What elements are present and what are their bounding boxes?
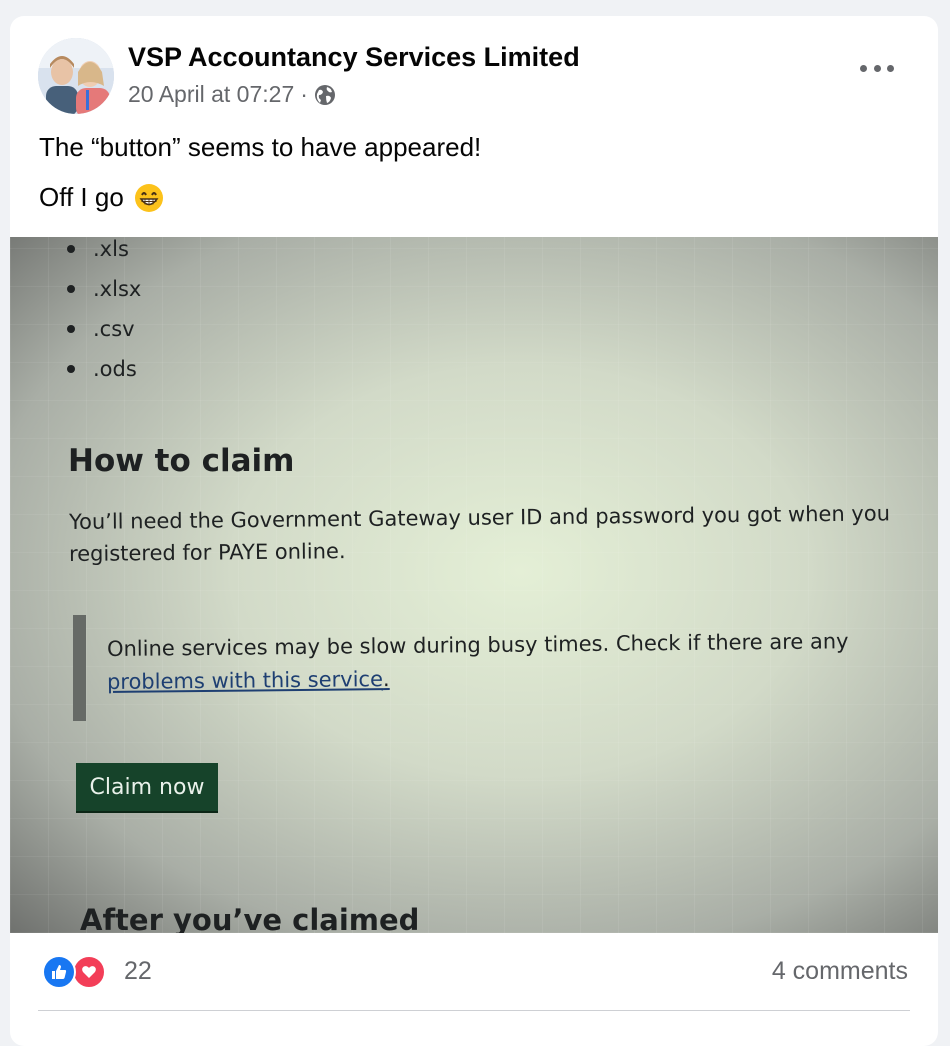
bullet — [67, 325, 75, 333]
post-card: VSP Accountancy Services Limited 20 Apri… — [10, 16, 938, 1046]
post-text-line-1: The “button” seems to have appeared! — [39, 132, 482, 162]
post-photo[interactable]: .xls .xlsx .csv .ods How to claim You’ll… — [10, 237, 938, 933]
photo-paragraph-line-2: registered for PAYE online. — [68, 539, 346, 566]
reaction-count[interactable]: 22 — [124, 957, 152, 986]
dot — [887, 64, 894, 72]
post-meta: 20 April at 07:27 · — [128, 81, 336, 108]
comments-count[interactable]: 4 comments — [772, 957, 908, 986]
more-options-icon[interactable] — [860, 60, 894, 76]
avatar-photo — [38, 38, 114, 114]
photo-heading-after-claimed: After you’ve claimed — [80, 903, 420, 933]
photo-heading-how-to-claim: How to claim — [68, 443, 295, 479]
list-item: .xls — [67, 237, 141, 269]
file-type-list: .xls .xlsx .csv .ods — [67, 237, 141, 389]
author-name[interactable]: VSP Accountancy Services Limited — [128, 42, 580, 73]
problems-link: problems with this service — [106, 667, 384, 694]
inset-text-border — [73, 615, 86, 721]
meta-separator: · — [300, 81, 308, 107]
reaction-icons[interactable] — [42, 955, 112, 989]
list-item: .csv — [67, 309, 141, 349]
grinning-face-emoji — [134, 183, 164, 213]
list-item-label: .csv — [93, 317, 135, 341]
bullet — [67, 245, 75, 253]
timestamp[interactable]: 20 April at 07:27 — [128, 81, 294, 108]
inset-link-line: problems with this service. — [107, 667, 390, 694]
list-item-label: .ods — [93, 357, 137, 381]
claim-now-button: Claim now — [76, 763, 218, 811]
dot — [873, 64, 881, 72]
list-item-label: .xls — [93, 237, 129, 261]
post-text-line-2-label: Off I go — [39, 182, 124, 212]
list-item-label: .xlsx — [93, 277, 142, 301]
bullet — [67, 365, 75, 373]
divider — [38, 1010, 910, 1011]
inset-link-suffix: . — [382, 667, 390, 692]
list-item: .xlsx — [67, 269, 141, 309]
list-item: .ods — [67, 349, 141, 389]
reactions-bar: 22 4 comments — [10, 933, 938, 1013]
bullet — [67, 285, 75, 293]
dot — [860, 64, 867, 72]
avatar[interactable] — [38, 38, 114, 114]
love-icon — [72, 955, 106, 989]
like-icon — [42, 955, 76, 989]
screen-texture — [10, 237, 938, 933]
post-text-line-2: Off I go — [39, 182, 164, 213]
globe-icon — [314, 84, 336, 106]
